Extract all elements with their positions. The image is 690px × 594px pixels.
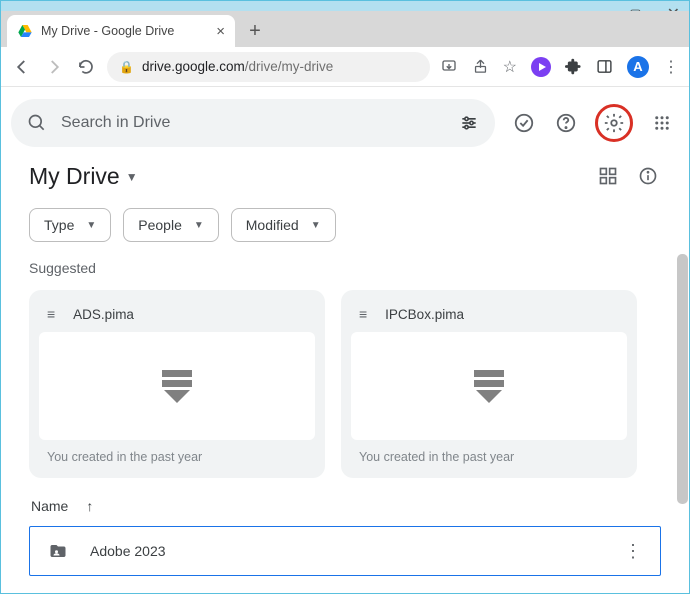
share-icon[interactable] <box>472 58 489 75</box>
column-name: Name <box>31 498 68 514</box>
file-icon: ≡ <box>47 306 55 322</box>
filter-chips: Type▼ People▼ Modified▼ <box>29 208 661 242</box>
chevron-down-icon: ▼ <box>126 170 138 184</box>
search-options-icon[interactable] <box>459 113 479 133</box>
tab-close-icon[interactable]: × <box>216 23 225 40</box>
drive-logo-icon <box>17 23 33 39</box>
search-icon <box>27 113 47 133</box>
more-actions-icon[interactable]: ⋮ <box>624 541 642 562</box>
browser-tab[interactable]: My Drive - Google Drive × <box>7 15 235 47</box>
card-footer: You created in the past year <box>351 440 627 464</box>
search-placeholder: Search in Drive <box>61 114 170 132</box>
url-box[interactable]: 🔒 drive.google.com/drive/my-drive <box>107 52 430 82</box>
url-text: drive.google.com/drive/my-drive <box>142 59 333 74</box>
tab-strip: My Drive - Google Drive × + <box>1 11 689 47</box>
drive-header-row: Search in Drive <box>1 87 689 159</box>
grid-view-icon[interactable] <box>598 166 618 186</box>
chevron-down-icon: ▼ <box>311 220 321 231</box>
card-footer: You created in the past year <box>39 440 315 464</box>
chevron-down-icon: ▼ <box>86 220 96 231</box>
card-preview <box>39 332 315 440</box>
profile-avatar[interactable]: A <box>627 56 649 78</box>
shared-folder-icon <box>48 542 68 560</box>
install-icon[interactable] <box>440 58 458 76</box>
apps-icon[interactable] <box>649 110 675 136</box>
card-filename: IPCBox.pima <box>385 307 464 322</box>
gear-icon <box>603 112 625 134</box>
ready-offline-icon[interactable] <box>511 110 537 136</box>
chip-type[interactable]: Type▼ <box>29 208 111 242</box>
file-row[interactable]: Adobe 2023 ⋮ <box>29 526 661 576</box>
chevron-down-icon: ▼ <box>194 220 204 231</box>
back-button[interactable] <box>11 58 33 76</box>
extensions-icon[interactable] <box>565 58 582 75</box>
lock-icon: 🔒 <box>119 60 134 74</box>
breadcrumb[interactable]: My Drive ▼ <box>29 163 661 190</box>
suggested-card[interactable]: ≡ ADS.pima You created in the past year <box>29 290 325 478</box>
play-extension-icon[interactable] <box>531 57 551 77</box>
new-tab-button[interactable]: + <box>241 17 269 45</box>
file-name: Adobe 2023 <box>90 543 166 559</box>
suggested-card[interactable]: ≡ IPCBox.pima You created in the past ye… <box>341 290 637 478</box>
address-bar-row: 🔒 drive.google.com/drive/my-drive ☆ A ⋮ <box>1 47 689 87</box>
card-filename: ADS.pima <box>73 307 134 322</box>
chip-people[interactable]: People▼ <box>123 208 219 242</box>
scrollbar[interactable] <box>677 254 688 504</box>
search-box[interactable]: Search in Drive <box>11 99 495 147</box>
help-icon[interactable] <box>553 110 579 136</box>
settings-button-highlight[interactable] <box>595 104 633 142</box>
star-icon[interactable]: ☆ <box>503 57 517 77</box>
sidepanel-icon[interactable] <box>596 58 613 75</box>
card-preview <box>351 332 627 440</box>
forward-button <box>43 58 65 76</box>
file-icon: ≡ <box>359 306 367 322</box>
page-title: My Drive <box>29 163 120 190</box>
suggested-label: Suggested <box>29 260 661 276</box>
browser-menu-icon[interactable]: ⋮ <box>663 57 679 77</box>
list-header[interactable]: Name ↑ <box>29 498 661 514</box>
sort-ascending-icon[interactable]: ↑ <box>86 498 93 514</box>
info-icon[interactable] <box>638 166 658 186</box>
suggested-cards: ≡ ADS.pima You created in the past year … <box>29 290 661 478</box>
chip-modified[interactable]: Modified▼ <box>231 208 336 242</box>
reload-button[interactable] <box>75 58 97 76</box>
tab-title: My Drive - Google Drive <box>41 24 174 38</box>
